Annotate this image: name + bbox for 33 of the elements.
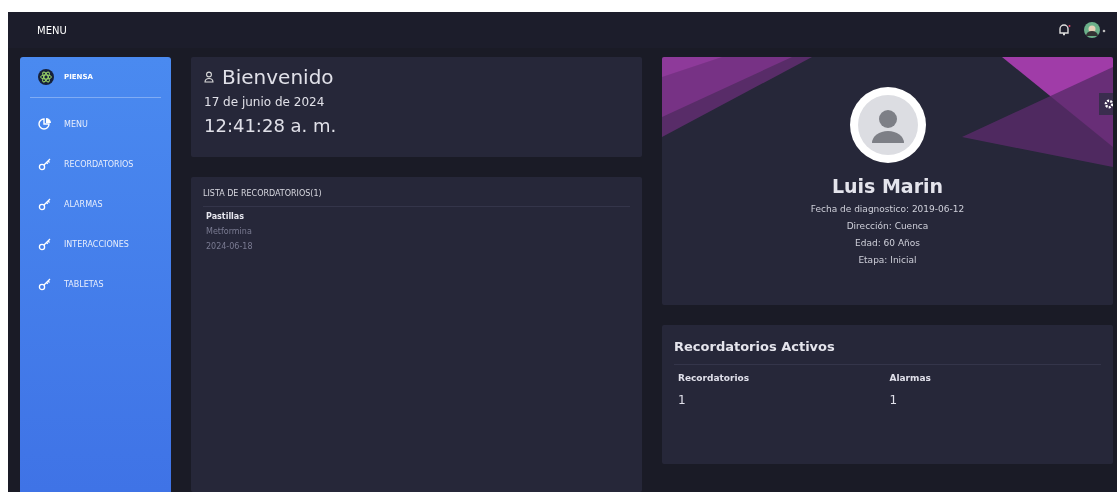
pie-chart-icon xyxy=(38,117,52,131)
reminders-title: LISTA DE RECORDATORIOS(1) xyxy=(203,189,630,207)
profile-detail: Etapa: Inicial xyxy=(858,255,917,265)
count-value: 1 xyxy=(889,393,899,407)
key-icon xyxy=(38,197,52,211)
user-icon xyxy=(204,71,214,83)
key-icon xyxy=(38,237,52,251)
reminder-date: 2024-06-18 xyxy=(206,242,254,251)
active-title: Recordatorios Activos xyxy=(674,339,1101,365)
profile-detail: Edad: 60 Años xyxy=(855,238,920,248)
key-icon xyxy=(38,277,52,291)
current-date: 17 de junio de 2024 xyxy=(204,95,326,109)
current-time: 12:41:28 a. m. xyxy=(204,115,338,136)
sidebar-item[interactable]: MENU xyxy=(30,104,161,144)
settings-icon xyxy=(1103,98,1113,110)
sidebar-item[interactable]: TABLETAS xyxy=(30,264,161,304)
column-header: Recordatorios xyxy=(678,373,751,383)
column-header: Alarmas xyxy=(889,373,932,383)
profile-name: Luis Marin xyxy=(831,175,944,197)
sidebar-item[interactable]: INTERACCIONES xyxy=(30,224,161,264)
reminder-medicine: Metformina xyxy=(206,227,253,236)
sidebar-item[interactable]: RECORDATORIOS xyxy=(30,144,161,184)
reminder-name[interactable]: Pastillas xyxy=(206,212,627,221)
count-value: 1 xyxy=(678,393,687,407)
menu-label[interactable]: MENU xyxy=(37,24,67,36)
profile-detail: Fecha de diagnostico: 2019-06-12 xyxy=(810,204,965,214)
profile-detail: Dirección: Cuenca xyxy=(846,221,929,231)
welcome-title: Bienvenido xyxy=(222,65,334,89)
sidebar-item[interactable]: ALARMAS xyxy=(30,184,161,224)
settings-button[interactable] xyxy=(1099,93,1113,115)
key-icon xyxy=(38,157,52,171)
atom-logo-icon xyxy=(38,69,54,85)
bell-icon[interactable] xyxy=(1057,23,1071,37)
